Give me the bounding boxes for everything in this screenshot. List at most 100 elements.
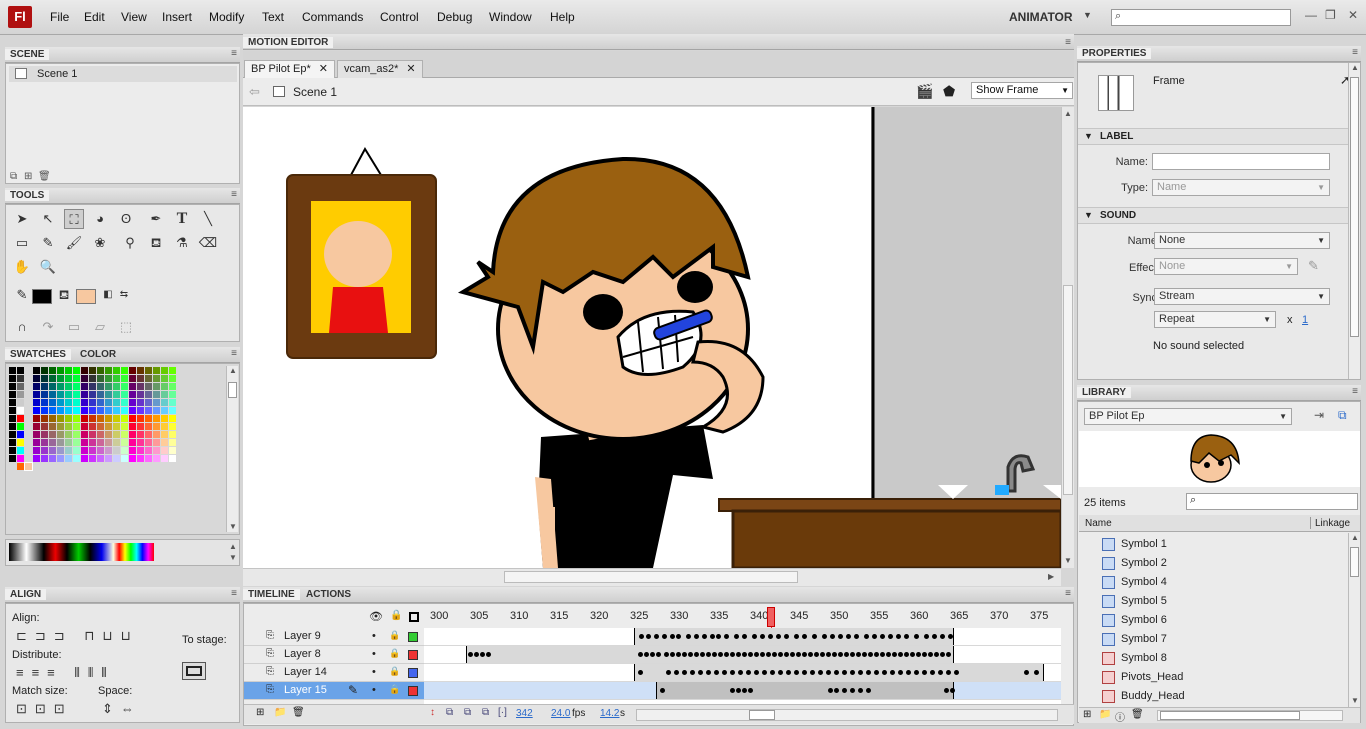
swatch[interactable] [169,367,176,374]
swatch[interactable] [129,415,136,422]
keyframe[interactable] [888,634,893,639]
library-item[interactable]: Symbol 4 [1102,574,1322,592]
swatch[interactable] [81,431,88,438]
swatch[interactable] [129,383,136,390]
keyframe[interactable] [730,670,735,675]
frame-span[interactable] [634,664,1044,681]
swatch[interactable] [169,439,176,446]
scene-list-item[interactable]: Scene 1 [9,66,237,82]
swatch[interactable] [97,399,104,406]
swatch[interactable] [81,391,88,398]
swatch[interactable] [73,415,80,422]
keyframe[interactable] [818,670,823,675]
swatch[interactable] [105,407,112,414]
keyframe[interactable] [904,652,909,657]
swatch[interactable] [145,407,152,414]
fill-color-icon[interactable]: ⛾ [54,285,74,305]
keyframe[interactable] [934,652,939,657]
swatch[interactable] [169,375,176,382]
motion-editor-tab[interactable]: MOTION EDITOR [243,37,334,48]
swatch[interactable] [113,375,120,382]
swatch[interactable] [49,383,56,390]
keyframe[interactable] [702,634,707,639]
swatch[interactable] [9,407,16,414]
keyframe[interactable] [714,670,719,675]
swatch[interactable] [161,431,168,438]
keyframe[interactable] [742,634,747,639]
keyframe[interactable] [682,652,687,657]
swatch[interactable] [105,431,112,438]
swatch[interactable] [57,375,64,382]
keyframe[interactable] [666,670,671,675]
to-stage-toggle[interactable] [182,662,206,680]
swatch[interactable] [49,367,56,374]
keyframe[interactable] [670,634,675,639]
pencil-tool-icon[interactable]: ✎ [38,233,58,253]
swatch[interactable] [161,375,168,382]
current-frame[interactable]: 342 [516,708,533,719]
swatch[interactable] [145,383,152,390]
minimize-icon[interactable]: — [1305,8,1317,22]
swatch[interactable] [9,367,16,374]
keyframe[interactable] [694,634,699,639]
frame-rate[interactable]: 24.0 [551,708,570,719]
close-tab-icon[interactable]: ✕ [319,63,328,75]
swatch[interactable] [49,391,56,398]
scroll-right-icon[interactable]: ▶ [1048,572,1054,581]
keyframe[interactable] [794,670,799,675]
layer-row[interactable]: ⎘ Layer 15 ✎ • 🔒 [244,682,424,700]
frame-ruler[interactable]: 300 305 310 315 320 325 330 335 340 345 350 355 360 3… [424,603,1061,627]
scene-panel-title[interactable]: SCENE [5,49,50,60]
keyframe[interactable] [474,652,479,657]
scroll-down-icon[interactable]: ▼ [1351,696,1359,705]
keyframe[interactable] [932,634,937,639]
swatch[interactable] [33,447,40,454]
timeline-hscroll-thumb[interactable] [749,710,775,720]
keyframe[interactable] [712,652,717,657]
keyframe[interactable] [880,652,885,657]
scroll-down-icon[interactable]: ▼ [229,522,237,531]
swatch[interactable] [9,375,16,382]
swatch[interactable] [49,431,56,438]
swatch[interactable] [33,391,40,398]
swatch[interactable] [81,383,88,390]
keyframe[interactable] [748,652,753,657]
swatch[interactable] [97,407,104,414]
swatch[interactable] [113,415,120,422]
edit-scene-icon[interactable]: 🎬 [916,83,933,100]
actions-tab[interactable]: ACTIONS [301,589,356,600]
keyframe[interactable] [730,652,735,657]
swatch[interactable] [41,431,48,438]
panel-menu-icon[interactable]: ≡ [1352,47,1358,58]
swatch[interactable] [113,455,120,462]
swatch[interactable] [65,415,72,422]
swatch[interactable] [17,439,24,446]
swatch[interactable] [137,439,144,446]
keyframe[interactable] [856,652,861,657]
swatch[interactable] [121,375,128,382]
show-hide-all-icon[interactable]: 👁 [369,610,383,623]
swatch[interactable] [89,415,96,422]
menu-view[interactable]: View [121,10,147,24]
back-arrow-icon[interactable]: ⇦ [249,84,260,100]
keyframe[interactable] [748,688,753,693]
keyframe[interactable] [946,652,951,657]
keyframe[interactable] [854,634,859,639]
new-folder-icon[interactable]: 📁 [274,707,286,718]
menu-file[interactable]: File [50,10,69,24]
swatch[interactable] [65,399,72,406]
keyframe[interactable] [638,670,643,675]
onion-skin-icon[interactable]: ⧉ [446,707,453,718]
keyframe[interactable] [752,634,757,639]
stroke-color-swatch[interactable] [32,289,52,304]
outline-color-swatch[interactable] [408,668,418,678]
keyframe[interactable] [862,652,867,657]
panel-menu-icon[interactable]: ≡ [1065,588,1071,599]
swatch[interactable] [105,455,112,462]
keyframe[interactable] [896,634,901,639]
menu-insert[interactable]: Insert [162,10,192,24]
playhead[interactable] [767,607,775,627]
swatch[interactable] [57,391,64,398]
keyframe[interactable] [644,652,649,657]
library-panel-title[interactable]: LIBRARY [1077,387,1132,398]
